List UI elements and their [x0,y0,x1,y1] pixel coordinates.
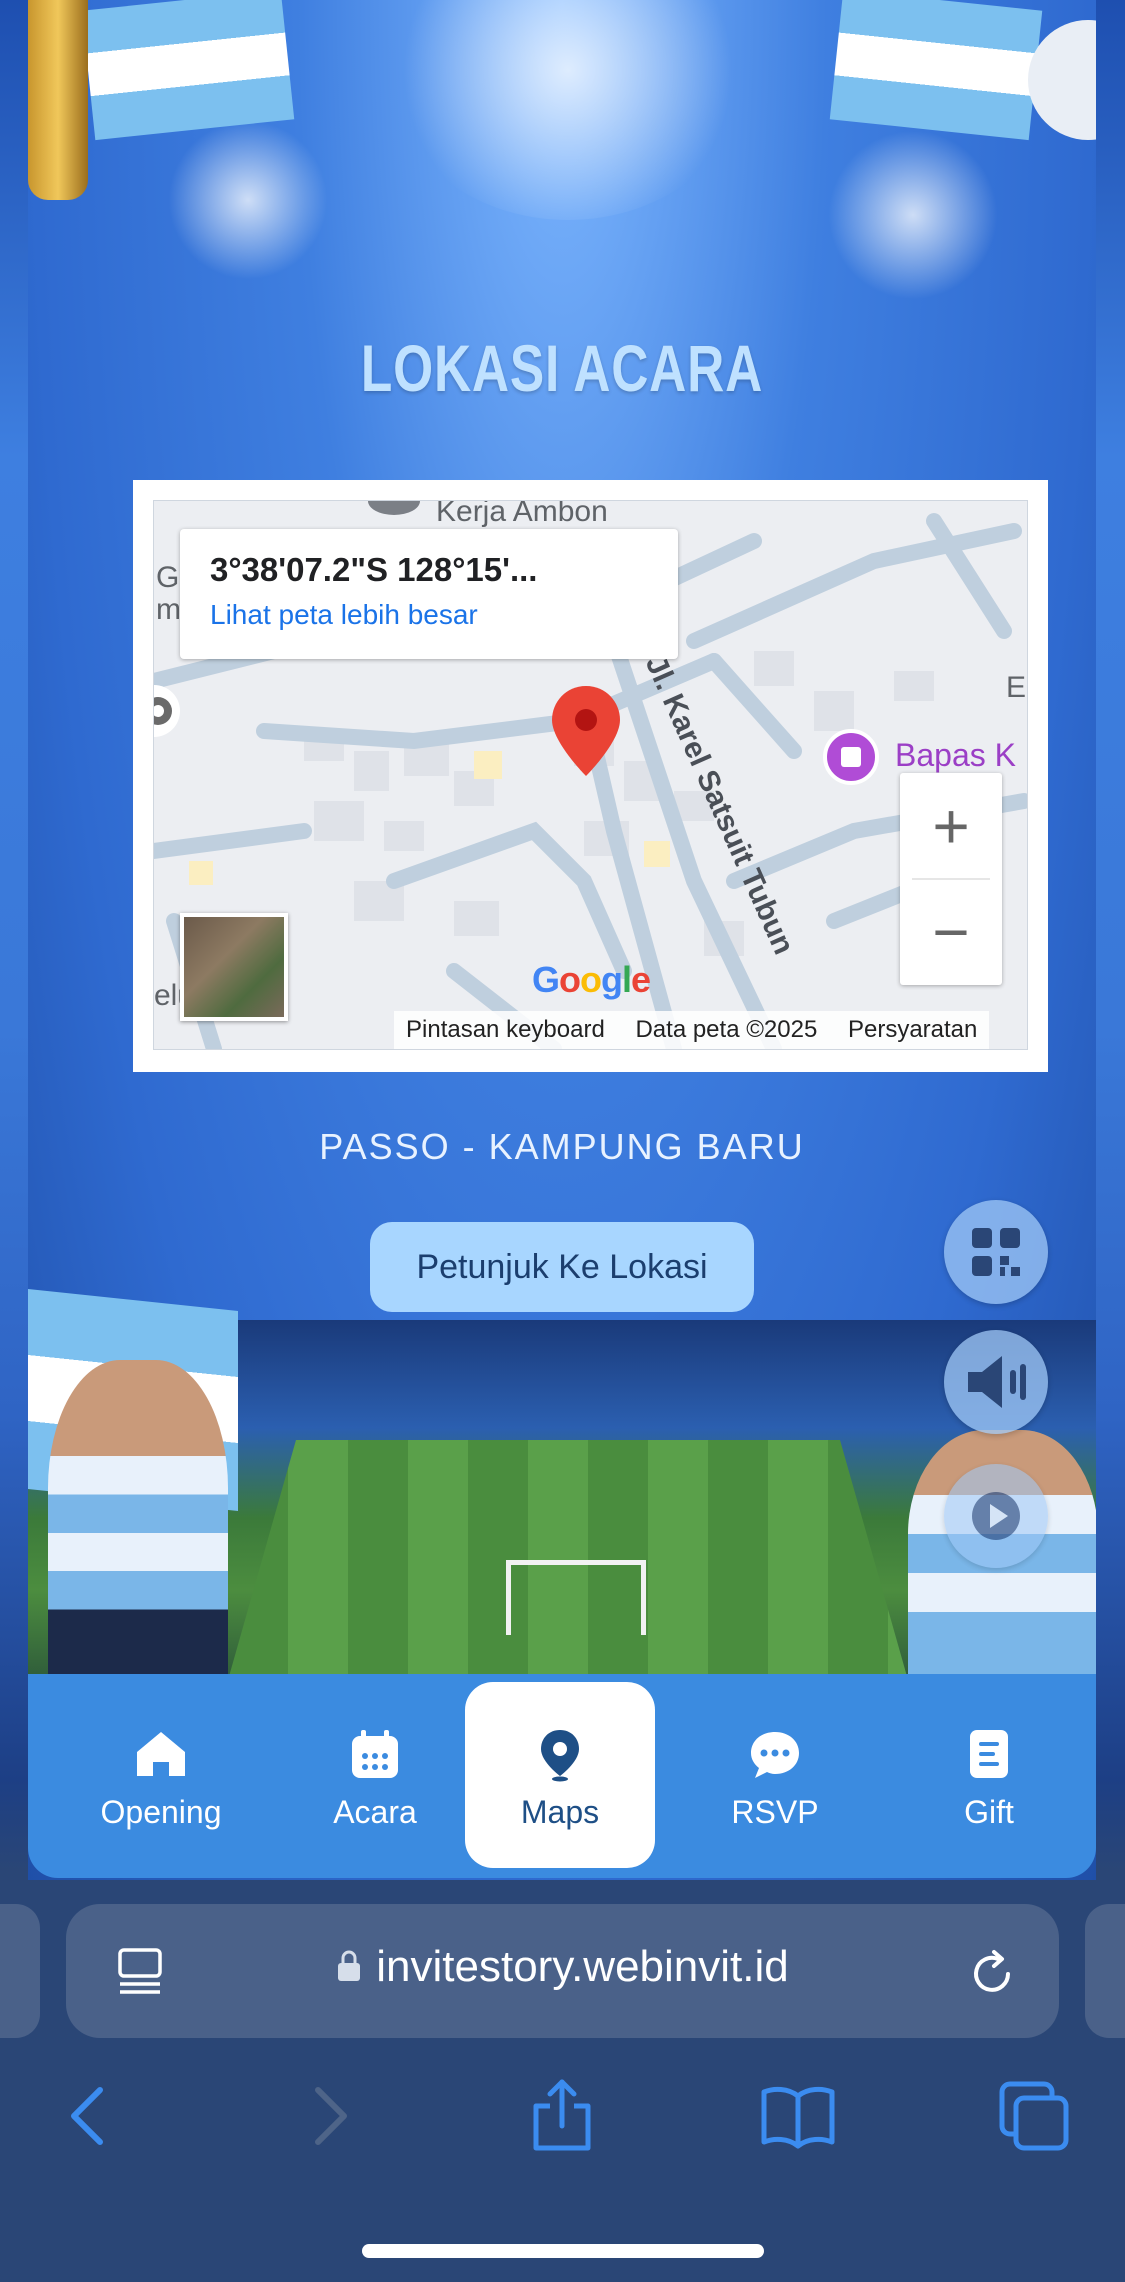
tabs-icon[interactable] [994,2076,1074,2156]
nav-label: Gift [964,1794,1014,1830]
home-indicator [362,2244,764,2258]
nav-item-opening[interactable]: Opening [66,1682,256,1868]
nav-item-gift[interactable]: Gift [894,1682,1084,1868]
map-attribution-bar: Pintasan keyboard Data peta ©2025 Persya… [394,1011,990,1049]
speaker-icon [968,1356,1026,1408]
gift-icon [970,1730,1008,1778]
previous-tab-edge[interactable] [0,1904,40,2038]
map-pin-icon [541,1730,579,1782]
share-icon[interactable] [522,2076,602,2156]
view-larger-map-link[interactable]: Lihat peta lebih besar [210,599,478,631]
goal [506,1560,646,1635]
map-card: Kerja Ambon G m E elu Bapas K Jl. Karel … [133,480,1048,1072]
url-text: invitestory.webinvit.id [376,1942,789,1991]
firework [828,130,998,300]
forward-icon[interactable] [290,2076,370,2156]
play-icon [972,1492,1020,1540]
flag-decoration-right [829,0,1043,141]
trophy-decoration [28,0,88,200]
back-icon[interactable] [48,2076,128,2156]
bookmarks-icon[interactable] [758,2076,838,2156]
firework [168,120,328,280]
next-tab-edge[interactable] [1085,1904,1125,2038]
map-info-box: 3°38'07.2"S 128°15'... Lihat peta lebih … [180,529,678,659]
stadium-light [388,0,748,220]
home-icon [137,1732,185,1776]
nav-item-acara[interactable]: Acara [280,1682,470,1868]
map-edge-label: m [156,593,181,626]
flag-decoration-left [81,0,295,141]
qr-code-icon [972,1228,1020,1276]
map-edge-label: G [156,561,180,594]
coordinates-text: 3°38'07.2"S 128°15'... [210,551,538,588]
nav-item-maps[interactable]: Maps [465,1682,655,1868]
player-left-decoration [48,1360,228,1680]
google-map[interactable]: Kerja Ambon G m E elu Bapas K Jl. Karel … [153,500,1028,1050]
zoom-out-button[interactable]: − [900,879,1002,985]
google-logo: Google [532,959,651,1000]
stadium-field-decoration [28,1288,1096,1690]
keyboard-shortcuts-link[interactable]: Pintasan keyboard [406,1016,605,1043]
zoom-in-button[interactable]: + [900,773,1002,879]
browser-chrome: invitestory.webinvit.id [0,1880,1125,2282]
lock-icon [338,1950,361,1981]
nav-label: RSVP [731,1794,819,1830]
satellite-toggle-thumbnail[interactable] [180,913,288,1021]
poi-label[interactable]: Bapas K [895,737,1016,774]
directions-button[interactable]: Petunjuk Ke Lokasi [370,1222,754,1312]
reload-icon[interactable] [968,1948,1018,1998]
page-content: LOKASI ACARA Kerja Ambon G m E elu Bapas… [28,0,1096,1880]
address-bar[interactable]: invitestory.webinvit.id [66,1904,1059,2038]
phone-screen: LOKASI ACARA Kerja Ambon G m E elu Bapas… [0,0,1125,2282]
map-data-text: Data peta ©2025 [635,1016,818,1043]
terms-link[interactable]: Persyaratan [848,1016,977,1043]
nav-label: Opening [100,1794,222,1830]
section-title: LOKASI ACARA [360,331,764,405]
nav-item-rsvp[interactable]: RSVP [680,1682,870,1868]
map-place-label: Kerja Ambon [436,500,608,528]
music-toggle-button[interactable] [944,1330,1048,1434]
bottom-navigation: Opening Acara Maps RSVP Gift [28,1674,1096,1878]
location-name: PASSO - KAMPUNG BARU [319,1126,805,1167]
zoom-control: + − [900,773,1002,985]
qr-code-button[interactable] [944,1200,1048,1304]
map-edge-label: E [1006,671,1027,704]
calendar-icon [352,1730,398,1778]
url-display[interactable]: invitestory.webinvit.id [66,1942,1059,1992]
nav-label: Maps [520,1794,600,1830]
chat-icon [751,1732,799,1778]
nav-label: Acara [333,1794,417,1830]
autoplay-button[interactable] [944,1464,1048,1568]
